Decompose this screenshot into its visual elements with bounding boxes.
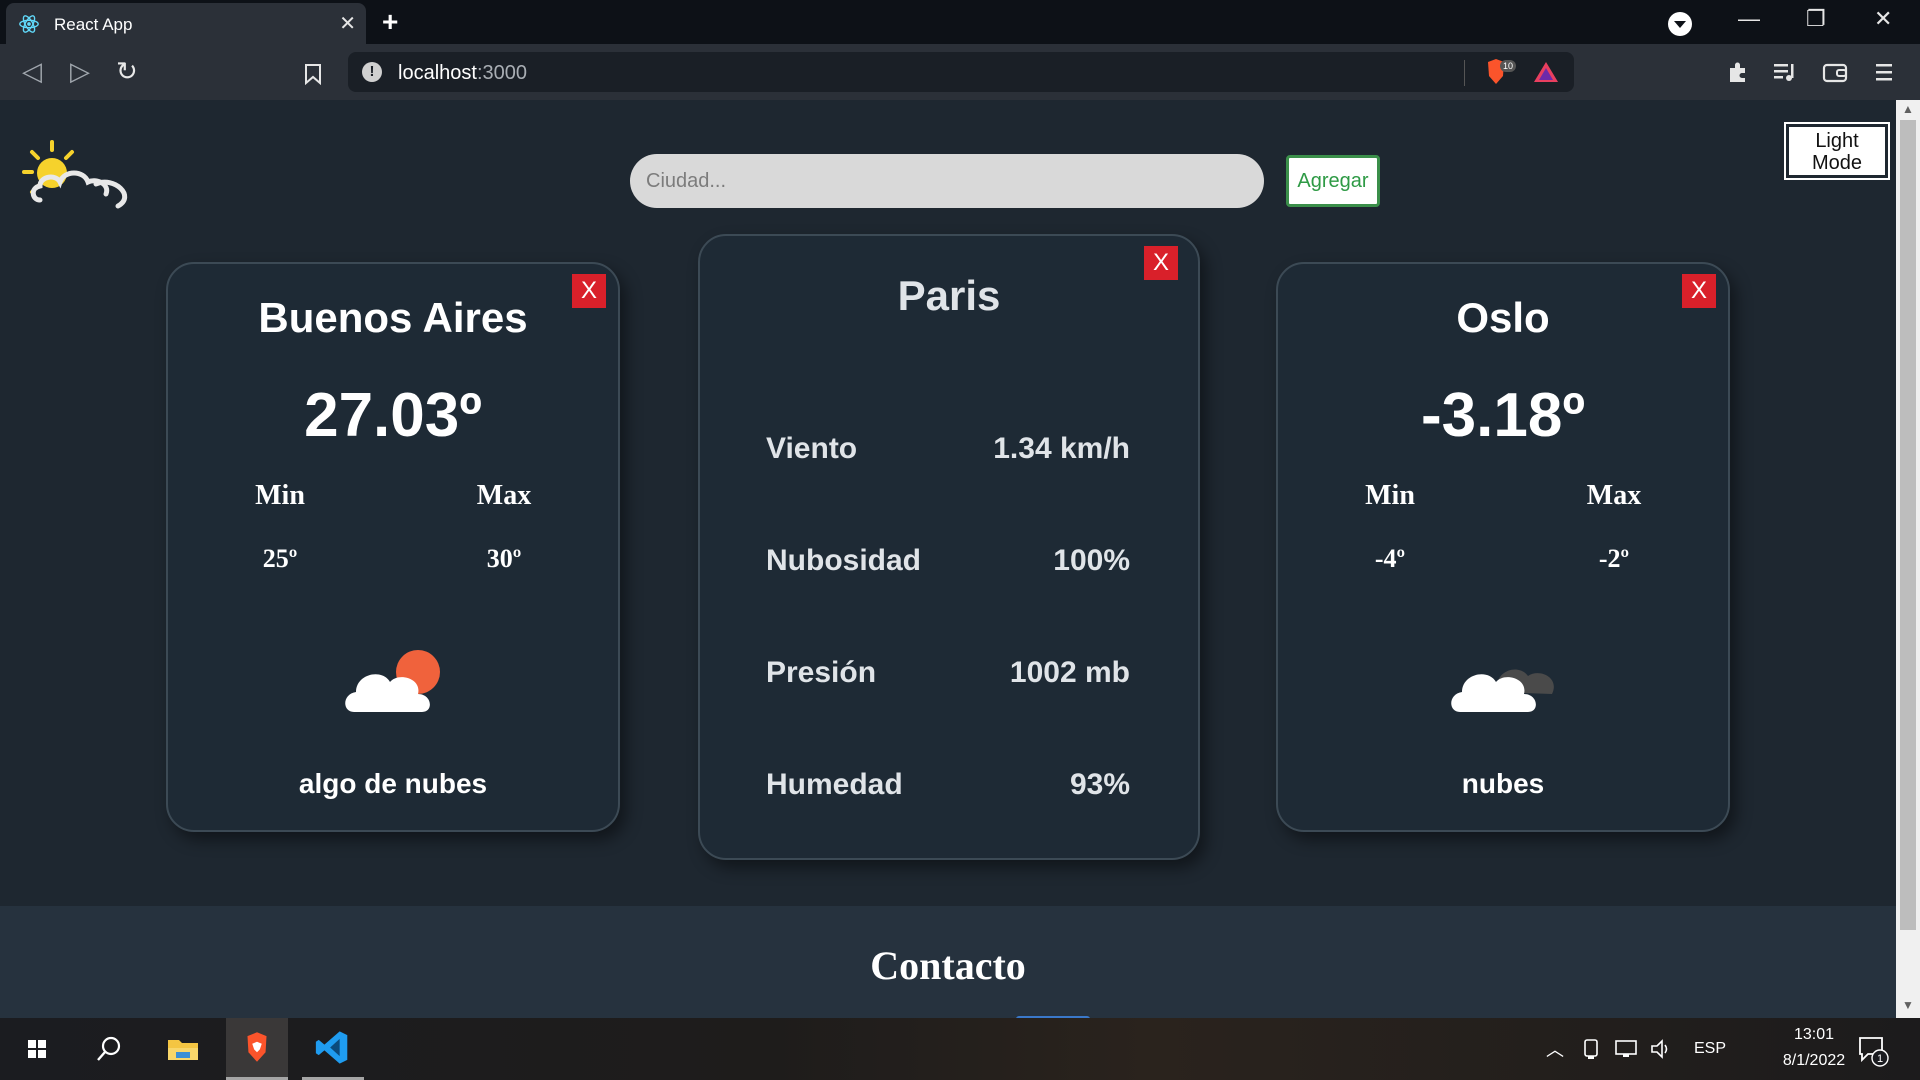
- theme-toggle-button[interactable]: Light Mode: [1784, 122, 1890, 180]
- volume-icon[interactable]: [1650, 1038, 1674, 1060]
- browser-tab-bar: React App ✕ + — ❐ ✕: [0, 0, 1920, 44]
- divider: [1464, 60, 1465, 86]
- cloud-sun-icon: [345, 650, 440, 712]
- max-label: Max: [476, 480, 532, 511]
- city-name: Oslo: [1456, 294, 1550, 341]
- weather-card-buenos-aires: X Buenos Aires 27.03º Min Max 25º 30º al…: [166, 262, 620, 832]
- tray-chevron-icon[interactable]: ︿: [1546, 1036, 1564, 1062]
- url-text[interactable]: localhost:3000: [398, 62, 527, 85]
- clock-time[interactable]: 13:01: [1766, 1026, 1862, 1044]
- react-icon: [19, 15, 39, 33]
- tab-close-icon[interactable]: ✕: [339, 11, 356, 36]
- windows-taskbar: ︿ ESP 13:01 8/1/2022 1: [0, 1018, 1920, 1080]
- humidity-label: Humedad: [766, 768, 903, 801]
- restore-button[interactable]: ❐: [1806, 6, 1826, 32]
- cloudiness-label: Nubosidad: [766, 544, 921, 577]
- bookmark-icon[interactable]: [304, 63, 322, 85]
- min-value: 25º: [262, 544, 298, 573]
- add-city-button[interactable]: Agregar: [1286, 155, 1380, 207]
- contact-section: Contacto: [0, 906, 1896, 1018]
- clouds-icon: [1451, 669, 1554, 712]
- back-icon[interactable]: ◁: [22, 56, 42, 87]
- wind-label: Viento: [766, 432, 858, 465]
- brave-rewards-icon[interactable]: [1532, 60, 1560, 84]
- weather-card-oslo: X Oslo -3.18º Min Max -4º -2º nubes: [1276, 262, 1730, 832]
- scroll-thumb[interactable]: [1900, 120, 1916, 930]
- scroll-down-icon[interactable]: ▼: [1902, 998, 1914, 1012]
- city-name: Buenos Aires: [258, 294, 528, 341]
- min-value: -4º: [1374, 544, 1406, 573]
- weather-description: nubes: [1461, 768, 1545, 799]
- extensions-icon[interactable]: [1726, 60, 1750, 84]
- reload-icon[interactable]: ↻: [116, 56, 138, 87]
- new-tab-button[interactable]: +: [382, 6, 398, 38]
- pressure-label: Presión: [766, 656, 877, 689]
- menu-icon[interactable]: [1874, 60, 1894, 84]
- weather-app-page: Agregar Light Mode X Buenos Aires 27.03º…: [0, 100, 1896, 1018]
- minimize-button[interactable]: —: [1738, 6, 1760, 32]
- page-scrollbar[interactable]: ▲ ▼: [1896, 100, 1920, 1018]
- min-label: Min: [255, 480, 305, 511]
- tab-title: React App: [54, 15, 133, 34]
- weather-card-paris: X Paris Viento 1.34 km/h Nubosidad 100% …: [698, 234, 1200, 860]
- site-info-icon[interactable]: !: [362, 62, 382, 82]
- notifications-icon[interactable]: 1: [1856, 1034, 1890, 1068]
- scroll-up-icon[interactable]: ▲: [1902, 102, 1914, 116]
- pressure-value: 1002 mb: [1009, 656, 1130, 689]
- brave-shield-icon[interactable]: 10: [1484, 58, 1520, 86]
- browser-tab[interactable]: React App ✕: [6, 3, 366, 44]
- cloudiness-value: 100%: [1053, 544, 1130, 577]
- weather-description: algo de nubes: [298, 768, 488, 799]
- language-indicator[interactable]: ESP: [1694, 1040, 1726, 1058]
- contact-title: Contacto: [870, 943, 1026, 988]
- shield-count: 10: [1503, 61, 1513, 71]
- media-queue-icon[interactable]: [1772, 60, 1798, 84]
- address-bar[interactable]: ! localhost:3000 10: [348, 52, 1574, 92]
- vscode-icon[interactable]: [302, 1018, 364, 1080]
- tray-device-icon[interactable]: [1582, 1038, 1602, 1060]
- max-value: 30º: [486, 544, 522, 573]
- wind-value: 1.34 km/h: [993, 432, 1130, 465]
- tab-search-icon[interactable]: [1668, 12, 1692, 36]
- wallet-icon[interactable]: [1822, 60, 1848, 84]
- notification-count: 1: [1877, 1053, 1883, 1065]
- forward-icon[interactable]: ▷: [70, 56, 90, 87]
- city-search-input[interactable]: [630, 154, 1264, 208]
- temperature: -3.18º: [1421, 381, 1585, 450]
- search-icon[interactable]: [78, 1018, 140, 1080]
- network-icon[interactable]: [1614, 1038, 1640, 1060]
- windows-start-icon[interactable]: [6, 1018, 68, 1080]
- max-value: -2º: [1598, 544, 1630, 573]
- file-explorer-icon[interactable]: [152, 1018, 214, 1080]
- min-label: Min: [1365, 480, 1415, 511]
- weather-logo-icon: [22, 140, 128, 209]
- humidity-value: 93%: [1069, 768, 1130, 801]
- brave-browser-icon[interactable]: [226, 1018, 288, 1080]
- temperature: 27.03º: [304, 381, 482, 450]
- close-window-button[interactable]: ✕: [1874, 6, 1892, 32]
- city-name: Paris: [897, 272, 1001, 319]
- max-label: Max: [1586, 480, 1642, 511]
